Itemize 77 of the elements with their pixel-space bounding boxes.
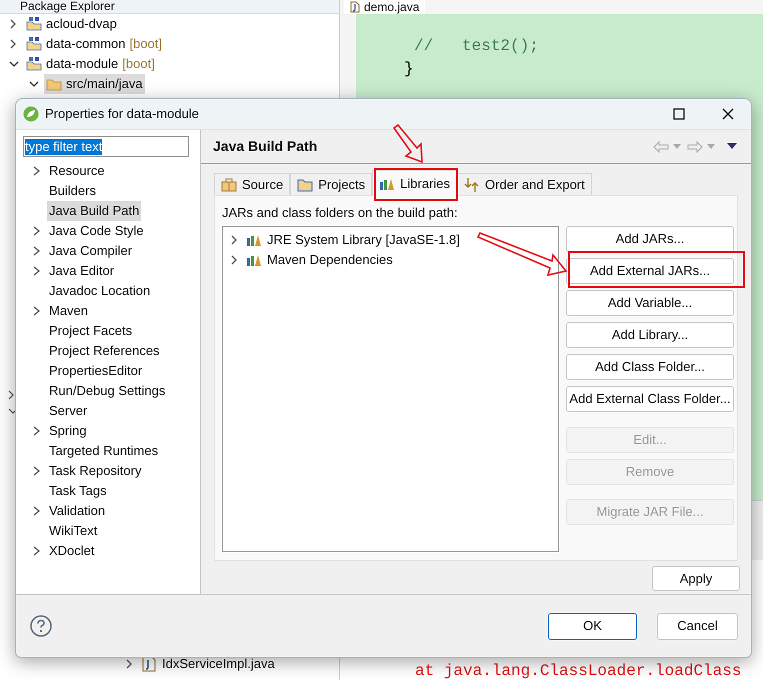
caret-down-icon xyxy=(727,143,737,150)
chevron-right-icon xyxy=(33,465,41,477)
page-title: Java Build Path xyxy=(213,137,318,156)
tree-item[interactable]: data-module [boot] xyxy=(24,54,157,74)
tab[interactable]: Order and Export xyxy=(457,173,592,195)
dialog-button[interactable]: Add Variable... xyxy=(566,290,734,316)
dialog-button[interactable]: Add Class Folder... xyxy=(566,354,734,380)
tree-item[interactable]: Server xyxy=(47,401,90,421)
tree-item[interactable]: Spring xyxy=(47,421,89,441)
project-folder-icon xyxy=(26,36,42,52)
apply-button[interactable]: Apply xyxy=(652,566,740,591)
tree-item[interactable]: data-common [boot] xyxy=(24,34,164,54)
java-file-icon xyxy=(142,656,156,672)
filter-field[interactable]: type filter text xyxy=(23,136,189,157)
project-folder-icon xyxy=(26,56,42,72)
dialog-button[interactable]: Add External Class Folder... xyxy=(566,386,734,412)
tab[interactable]: Projects xyxy=(290,173,372,195)
tree-item[interactable]: Validation xyxy=(47,501,108,521)
chevron-right-icon xyxy=(33,545,41,557)
maximize-icon xyxy=(673,108,685,120)
cancel-button[interactable]: Cancel xyxy=(657,612,738,640)
window-title: Properties for data-module xyxy=(45,105,200,124)
chevron-right-icon xyxy=(33,425,41,437)
tree-item[interactable]: Project Facets xyxy=(47,321,134,341)
chevron-right-icon xyxy=(8,390,16,400)
tree-item[interactable]: JRE System Library [JavaSE-1.8] xyxy=(246,230,460,250)
chevron-right-icon xyxy=(33,265,41,277)
close-icon xyxy=(722,108,734,120)
tree-item[interactable]: Java Code Style xyxy=(47,221,146,241)
package-icon xyxy=(221,176,237,192)
ok-button[interactable]: OK xyxy=(548,612,637,640)
tree-item[interactable]: Maven Dependencies xyxy=(246,250,393,270)
tree-item[interactable]: src/main/java xyxy=(44,74,145,94)
tree-item[interactable]: Run/Debug Settings xyxy=(47,381,168,401)
caret-down-icon xyxy=(673,144,681,150)
tree-item[interactable]: Maven xyxy=(47,301,90,321)
sort-arrows-icon xyxy=(464,176,480,192)
tree-item[interactable]: PropertiesEditor xyxy=(47,361,144,381)
tree-item[interactable]: IdxServiceImpl.java xyxy=(162,654,275,674)
chevron-right-icon xyxy=(33,245,41,257)
help-icon xyxy=(30,615,52,637)
view-title[interactable]: Package Explorer xyxy=(20,0,115,13)
tree-item[interactable]: Project References xyxy=(47,341,162,361)
tree-item[interactable]: Java Build Path xyxy=(47,201,142,221)
tab[interactable]: Source xyxy=(214,173,290,195)
tree-item[interactable]: XDoclet xyxy=(47,541,97,561)
project-folder-icon xyxy=(26,16,42,32)
tree-item[interactable]: acloud-dvap xyxy=(24,14,119,34)
tree-item[interactable]: Resource xyxy=(47,161,107,181)
leaf-icon xyxy=(23,106,39,122)
chevron-right-icon xyxy=(33,165,41,177)
tree-item[interactable]: Java Editor xyxy=(47,261,116,281)
annotation-arrow xyxy=(392,124,423,164)
chevron-right-icon xyxy=(33,505,41,517)
chevron-right-icon xyxy=(33,305,41,317)
dialog-button[interactable]: Add JARs... xyxy=(566,226,734,252)
tree-item[interactable]: Targeted Runtimes xyxy=(47,441,160,461)
editor-tab[interactable]: demo.java xyxy=(344,0,426,14)
chevron-right-icon xyxy=(33,225,41,237)
code-line: } xyxy=(404,59,415,80)
tab[interactable]: Libraries xyxy=(372,170,458,196)
dialog-button[interactable]: Add External JARs... xyxy=(566,258,734,284)
tree-item[interactable]: Task Repository xyxy=(47,461,144,481)
code-line: // test2(); xyxy=(414,36,540,57)
arrow-right-icon xyxy=(687,140,703,152)
list-label: JARs and class folders on the build path: xyxy=(222,204,459,222)
tree-item[interactable]: Java Compiler xyxy=(47,241,134,261)
folder-icon xyxy=(297,176,314,192)
tree-item[interactable]: Task Tags xyxy=(47,481,109,501)
console-line: at java.lang.ClassLoader.loadClass xyxy=(415,661,742,680)
dialog-button[interactable]: Add Library... xyxy=(566,322,734,348)
arrow-left-icon xyxy=(653,140,669,152)
tree-item[interactable]: WikiText xyxy=(47,521,100,541)
tree-item[interactable]: Javadoc Location xyxy=(47,281,152,301)
caret-down-icon xyxy=(707,144,715,150)
menu-button[interactable] xyxy=(727,143,737,150)
tree-item[interactable]: Builders xyxy=(47,181,98,201)
